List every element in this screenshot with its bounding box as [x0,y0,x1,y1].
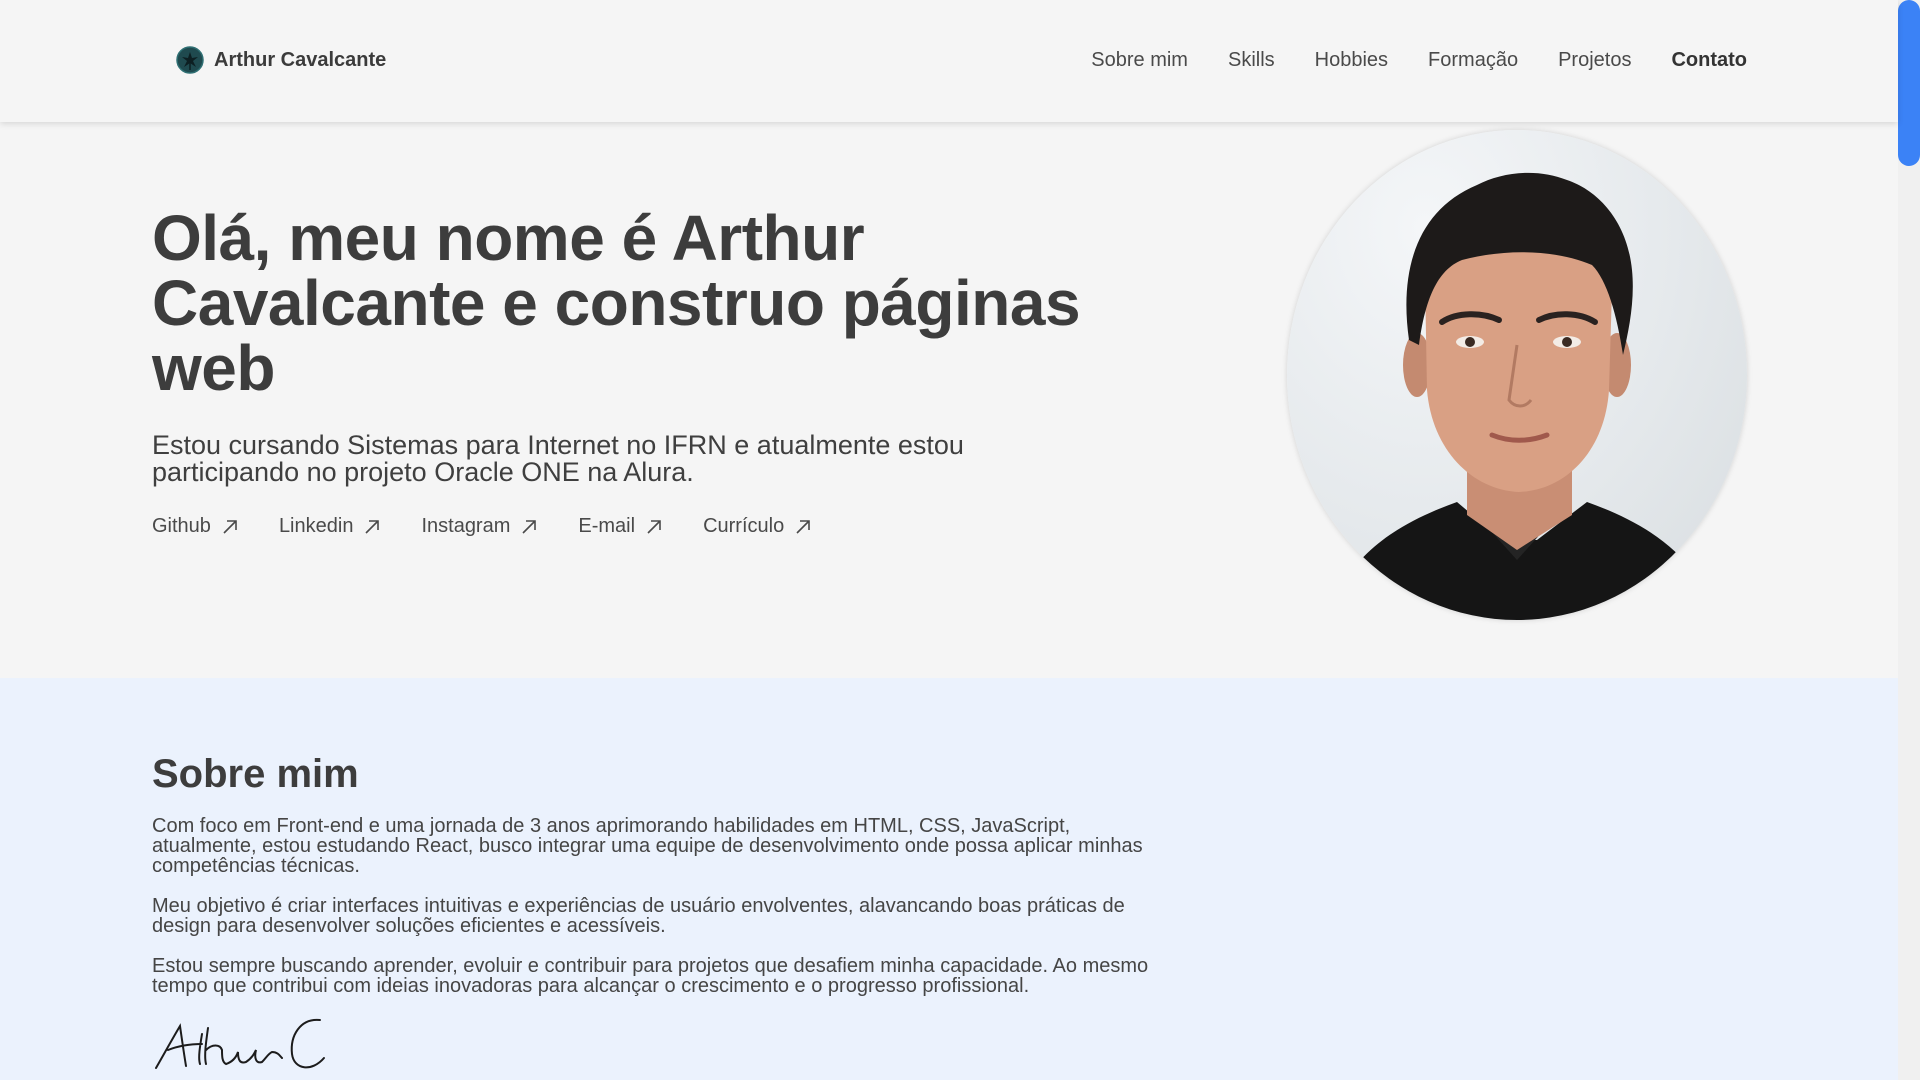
nav-item-sobre-mim[interactable]: Sobre mim [1091,49,1188,72]
brand-logo-icon [176,46,204,74]
arrow-up-right-icon [522,519,537,534]
about-paragraph: Meu objetivo é criar interfaces intuitiv… [152,895,1125,937]
nav-item-projetos[interactable]: Projetos [1558,49,1631,72]
signature-image [155,1018,325,1069]
profile-photo [1287,130,1747,620]
page-scrollbar[interactable] [1898,0,1920,1080]
nav-item-formacao[interactable]: Formação [1428,49,1518,72]
about-section: Sobre mim Com foco em Front-end e uma jo… [0,678,1898,1080]
about-paragraph: Estou sempre buscando aprender, evoluir … [152,955,1149,997]
site-header: Arthur Cavalcante Sobre mim Skills Hobbi… [0,0,1898,122]
brand[interactable]: Arthur Cavalcante [176,46,386,74]
email-link-label: E-mail [578,515,636,537]
about-paragraph: Com foco em Front-end e uma jornada de 3… [152,815,1143,877]
instagram-link[interactable]: Instagram [421,515,538,538]
scrollbar-thumb[interactable] [1898,0,1920,166]
curriculo-link[interactable]: Currículo [703,515,812,538]
hero-section: Olá, meu nome é Arthur Cavalcante e cons… [0,122,1898,678]
github-link[interactable]: Github [152,515,239,538]
linkedin-link-label: Linkedin [278,515,354,537]
portfolio-page: Arthur Cavalcante Sobre mim Skills Hobbi… [0,0,1920,1080]
hero-title: Olá, meu nome é Arthur Cavalcante e cons… [152,202,1081,404]
arrow-up-right-icon [365,519,380,534]
nav-item-skills[interactable]: Skills [1228,49,1275,72]
github-link-label: Github [152,515,211,537]
main-nav: Sobre mim Skills Hobbies Formação Projet… [1091,49,1747,72]
hero-subtitle: Estou cursando Sistemas para Internet no… [152,430,964,487]
curriculo-link-label: Currículo [703,515,785,537]
profile-photo-image [1327,172,1717,620]
arrow-up-right-icon [223,519,237,534]
arrow-up-right-icon [796,519,811,534]
instagram-link-label: Instagram [421,515,511,537]
nav-item-contato[interactable]: Contato [1671,49,1747,72]
social-links: Github Linkedin Instagram E-mail Currícu… [152,515,812,538]
linkedin-link[interactable]: Linkedin [279,515,382,538]
email-link[interactable]: E-mail [578,515,663,538]
about-title: Sobre mim [152,752,359,796]
brand-name: Arthur Cavalcante [214,48,387,71]
about-text: Com foco em Front-end e uma jornada de 3… [152,816,1152,1016]
nav-item-hobbies[interactable]: Hobbies [1315,49,1388,72]
arrow-up-right-icon [647,519,661,534]
